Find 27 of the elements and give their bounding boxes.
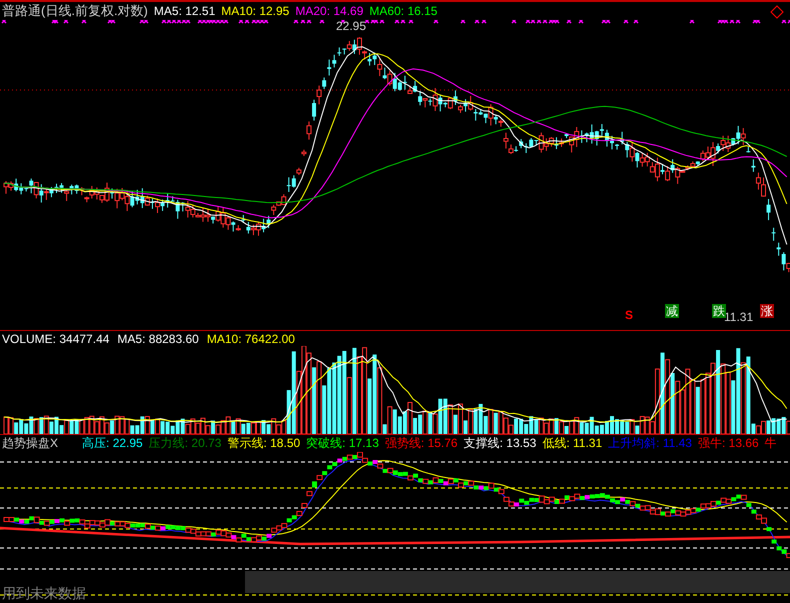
low-price-label: 11.31: [724, 310, 754, 324]
moving-average-label: MA5: 12.51: [154, 4, 216, 18]
diamond-icon[interactable]: [770, 5, 784, 19]
signal-marker: 减: [665, 304, 679, 318]
indicator-label: 上升均斜: 11.43: [608, 435, 692, 452]
indicator-label: 强牛: 13.66: [698, 435, 759, 452]
signal-marker: 涨: [760, 304, 774, 318]
moving-average-label: MA20: 14.69: [295, 4, 364, 18]
volume-label: VOLUME: 34477.44: [2, 332, 110, 346]
indicator-label: 牛: [764, 435, 777, 452]
indicator-label: 压力线: 20.73: [148, 435, 222, 452]
indicator-label: 低线: 11.31: [542, 435, 602, 452]
indicator-title: 趋势操盘X: [2, 435, 58, 452]
indicator-label: 警示线: 18.50: [227, 435, 300, 452]
volume-label: MA5: 88283.60: [117, 332, 199, 346]
signal-marker: 跌: [712, 304, 726, 318]
signal-marker: S: [624, 308, 634, 322]
indicator-label: 强势线: 15.76: [384, 435, 458, 452]
indicator-label: 高压: 22.95: [82, 435, 143, 452]
volume-label: MA10: 76422.00: [206, 332, 295, 346]
high-price-label: 22.95: [336, 19, 366, 33]
moving-average-label: MA60: 16.15: [369, 4, 438, 18]
chart-title: 普路通(日线.前复权.对数): [2, 2, 148, 20]
indicator-label: 突破线: 17.13: [306, 435, 379, 452]
future-data-note: 用到未来数据: [2, 585, 86, 603]
indicator-label: 支撑线: 13.53: [464, 435, 536, 452]
moving-average-label: MA10: 12.95: [221, 4, 290, 18]
